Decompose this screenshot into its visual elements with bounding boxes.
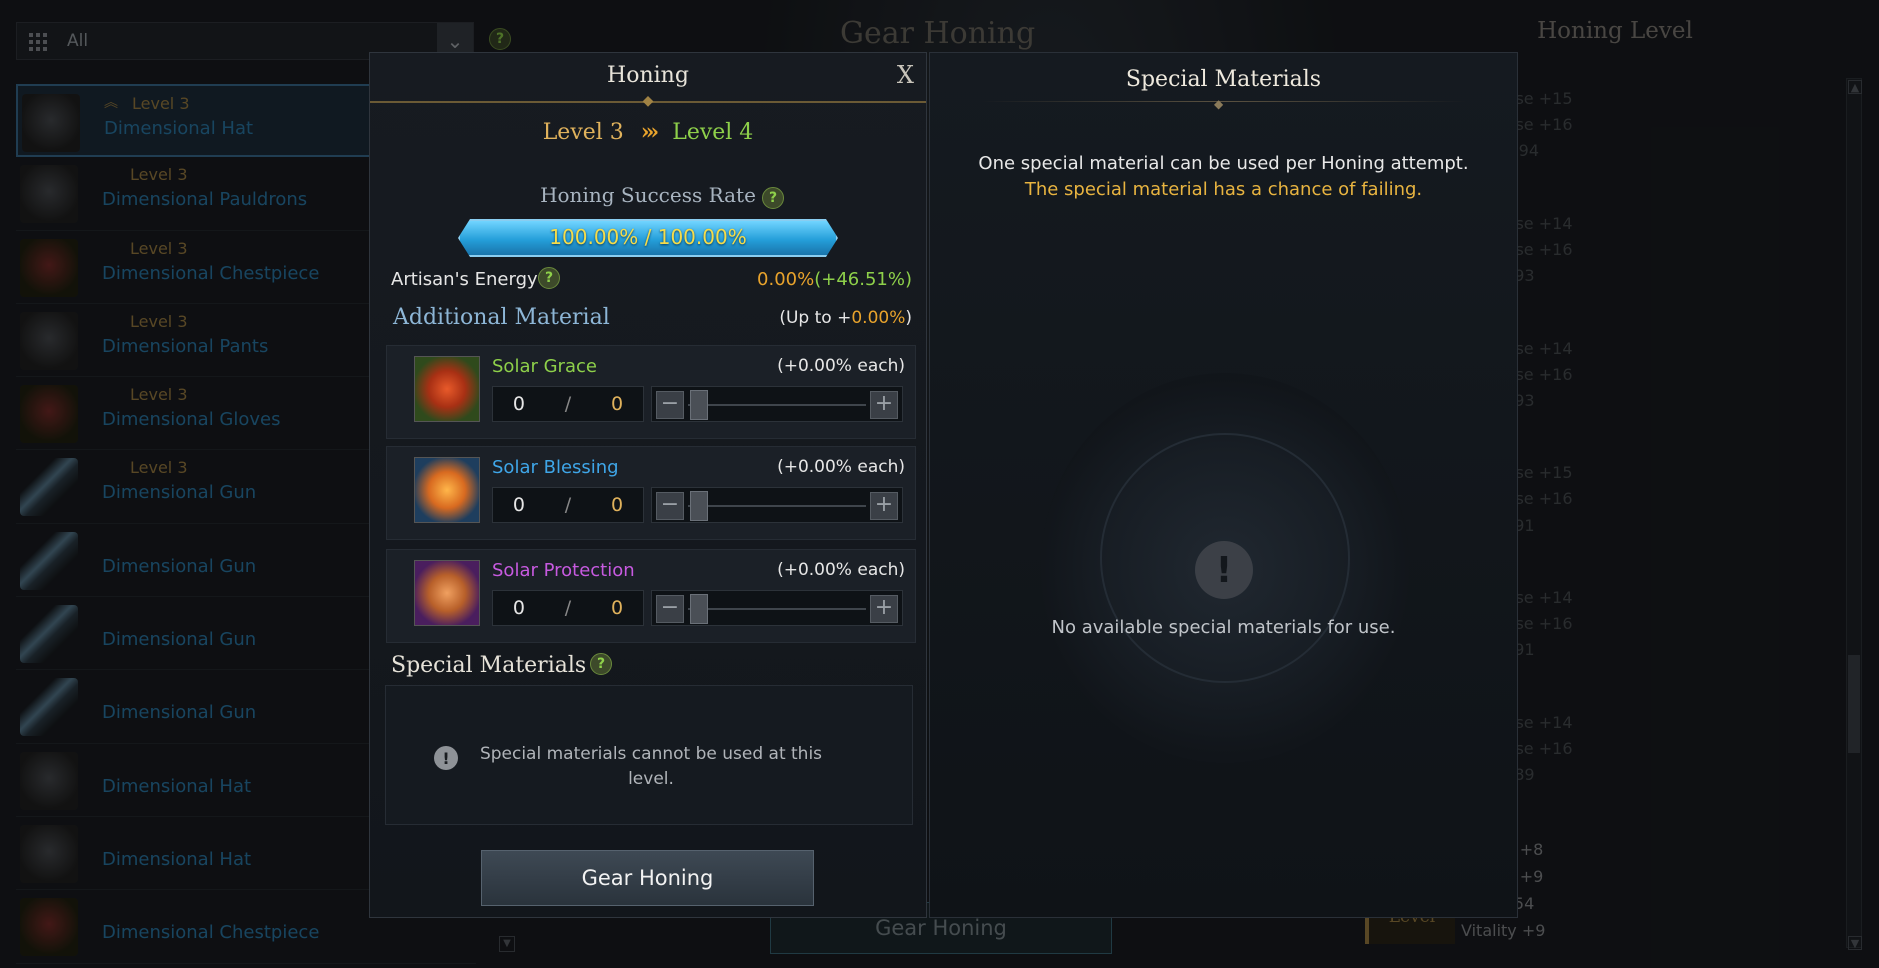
ornament-icon: ◆ <box>1214 97 1224 111</box>
minus-icon[interactable]: − <box>656 391 684 419</box>
slider-track <box>688 608 866 610</box>
level-to: Level 4 <box>672 120 754 145</box>
additional-material-cap: (Up to +0.00%) <box>779 308 912 328</box>
material-icon[interactable] <box>414 356 480 422</box>
material-row: Solar Grace (+0.00% each) 0/0− + <box>386 345 916 439</box>
material-row: Solar Protection (+0.00% each) 0/0− + <box>386 549 916 643</box>
minus-icon[interactable]: − <box>656 492 684 520</box>
special-materials-title: Special Materials <box>391 653 587 678</box>
material-current: 0 <box>512 393 525 415</box>
special-materials-help-icon[interactable]: ? <box>590 653 612 675</box>
material-icon[interactable] <box>414 560 480 626</box>
slider-handle[interactable] <box>690 390 708 420</box>
exclamation-icon: ! <box>1195 541 1253 599</box>
special-warning-text: The special material has a chance of fai… <box>1024 179 1423 200</box>
material-counter: 0 / 0 <box>492 590 644 626</box>
success-rate-help-icon[interactable]: ? <box>762 187 784 209</box>
minus-icon[interactable]: − <box>656 595 684 623</box>
material-current: 0 <box>512 597 525 619</box>
counter-separator: / <box>564 393 572 415</box>
material-bonus: (+0.00% each) <box>777 356 905 376</box>
material-icon[interactable] <box>414 457 480 523</box>
material-row: Solar Blessing (+0.00% each) 0/0− + <box>386 446 916 540</box>
artisans-energy-value: 0.00%(+46.51%) <box>757 269 912 290</box>
divider <box>980 101 1467 102</box>
material-max: 0 <box>610 494 624 516</box>
success-rate-label: Honing Success Rate <box>540 183 756 207</box>
artisans-energy-help-icon[interactable]: ? <box>538 267 560 289</box>
level-from: Level 3 <box>542 120 624 145</box>
no-materials-message: No available special materials for use. <box>1051 617 1396 638</box>
special-materials-panel: Special Materials ◆ One special material… <box>929 52 1518 918</box>
material-counter: 0 / 0 <box>492 487 644 523</box>
slider-handle[interactable] <box>690 594 708 624</box>
material-slider[interactable]: − + <box>651 590 903 626</box>
material-bonus: (+0.00% each) <box>777 560 905 580</box>
special-info-text: One special material can be used per Hon… <box>978 153 1469 174</box>
counter-separator: / <box>564 494 572 516</box>
plus-icon[interactable]: + <box>870 391 898 419</box>
material-max: 0 <box>610 597 624 619</box>
artisans-energy-label: Artisan's Energy <box>391 269 538 290</box>
material-slider[interactable]: − + <box>651 487 903 523</box>
counter-separator: / <box>564 597 572 619</box>
honing-header: Honing ◆ X <box>370 53 926 109</box>
special-panel-title: Special Materials <box>1125 67 1322 92</box>
material-name: Solar Protection <box>492 560 635 581</box>
honing-title: Honing <box>607 63 689 88</box>
slider-handle[interactable] <box>690 491 708 521</box>
success-rate-value: 100.00% / 100.00% <box>549 225 747 249</box>
material-counter: 0 / 0 <box>492 386 644 422</box>
exclamation-icon: ! <box>434 746 458 770</box>
special-materials-message: Special materials cannot be used at this… <box>479 744 823 789</box>
ornament-icon: ◆ <box>642 93 654 109</box>
material-name: Solar Grace <box>492 356 597 377</box>
material-name: Solar Blessing <box>492 457 619 478</box>
additional-material-title: Additional Material <box>393 305 610 330</box>
special-materials-box: ! Special materials cannot be used at th… <box>385 685 913 825</box>
arrow-right-icon: ››› <box>640 119 660 145</box>
material-bonus: (+0.00% each) <box>777 457 905 477</box>
slider-track <box>688 404 866 406</box>
material-max: 0 <box>610 393 624 415</box>
material-slider[interactable]: − + <box>651 386 903 422</box>
gear-honing-button[interactable]: Gear Honing <box>481 850 814 906</box>
material-current: 0 <box>512 494 525 516</box>
close-icon[interactable]: X <box>897 61 914 89</box>
plus-icon[interactable]: + <box>870 595 898 623</box>
honing-panel: Honing ◆ X Level 3 ››› Level 4 Honing Su… <box>369 52 927 918</box>
plus-icon[interactable]: + <box>870 492 898 520</box>
slider-track <box>688 505 866 507</box>
level-transition: Level 3 ››› Level 4 <box>370 119 926 145</box>
